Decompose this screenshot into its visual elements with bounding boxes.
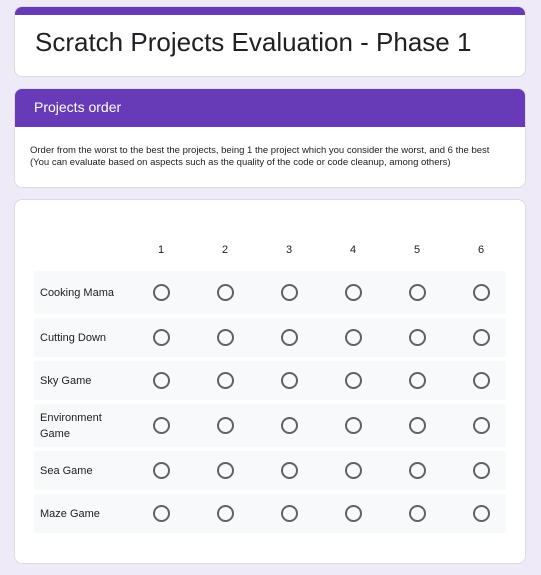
radio-option-4[interactable] (345, 372, 362, 389)
grid-question-card: 1 2 3 4 5 6 Cooking Mama Cutting Down Sky Game En… (14, 199, 526, 564)
radio-option-5[interactable] (409, 417, 426, 434)
section-description: Order from the worst to the best the pro… (30, 145, 490, 168)
radio-option-2[interactable] (217, 462, 234, 479)
column-header-2: 2 (221, 244, 229, 256)
row-label: Environment Game (40, 411, 102, 440)
radio-option-3[interactable] (281, 462, 298, 479)
radio-option-5[interactable] (409, 284, 426, 301)
form-title-card: Scratch Projects Evaluation - Phase 1 (14, 6, 526, 77)
radio-option-3[interactable] (281, 417, 298, 434)
radio-option-1[interactable] (153, 284, 170, 301)
radio-option-2[interactable] (217, 284, 234, 301)
grid-row: Maze Game (34, 494, 506, 533)
radio-option-5[interactable] (409, 329, 426, 346)
radio-option-6[interactable] (473, 462, 490, 479)
column-header-3: 3 (285, 244, 293, 256)
radio-option-2[interactable] (217, 505, 234, 522)
radio-option-4[interactable] (345, 284, 362, 301)
radio-option-1[interactable] (153, 372, 170, 389)
row-label: Sea Game (40, 464, 93, 477)
column-header-6: 6 (477, 244, 485, 256)
radio-option-4[interactable] (345, 417, 362, 434)
row-label: Sky Game (40, 374, 92, 387)
radio-option-2[interactable] (217, 372, 234, 389)
grid-row: Environment Game (34, 404, 506, 447)
radio-option-5[interactable] (409, 462, 426, 479)
column-header-1: 1 (157, 244, 165, 256)
form-title: Scratch Projects Evaluation - Phase 1 (35, 27, 472, 57)
radio-option-4[interactable] (345, 505, 362, 522)
row-label: Cooking Mama (40, 286, 114, 299)
row-label: Maze Game (40, 507, 100, 520)
radio-option-3[interactable] (281, 284, 298, 301)
grid-row: Cooking Mama (34, 271, 506, 314)
row-label: Cutting Down (40, 331, 107, 344)
grid-row: Sea Game (34, 451, 506, 490)
radio-option-3[interactable] (281, 505, 298, 522)
radio-option-3[interactable] (281, 372, 298, 389)
radio-option-6[interactable] (473, 372, 490, 389)
radio-option-3[interactable] (281, 329, 298, 346)
radio-option-1[interactable] (153, 505, 170, 522)
accent-bar (15, 7, 525, 15)
radio-option-2[interactable] (217, 329, 234, 346)
radio-option-4[interactable] (345, 462, 362, 479)
radio-option-6[interactable] (473, 284, 490, 301)
radio-option-2[interactable] (217, 417, 234, 434)
column-header-5: 5 (413, 244, 421, 256)
grid-row: Sky Game (34, 361, 506, 400)
radio-option-1[interactable] (153, 462, 170, 479)
section-card: Projects order Order from the worst to t… (14, 88, 526, 188)
radio-option-1[interactable] (153, 329, 170, 346)
radio-option-5[interactable] (409, 372, 426, 389)
radio-option-1[interactable] (153, 417, 170, 434)
radio-option-5[interactable] (409, 505, 426, 522)
column-header-4: 4 (349, 244, 357, 256)
grid-row: Cutting Down (34, 318, 506, 357)
section-title: Projects order (15, 89, 525, 127)
radio-option-6[interactable] (473, 329, 490, 346)
radio-option-6[interactable] (473, 505, 490, 522)
radio-option-4[interactable] (345, 329, 362, 346)
radio-option-6[interactable] (473, 417, 490, 434)
